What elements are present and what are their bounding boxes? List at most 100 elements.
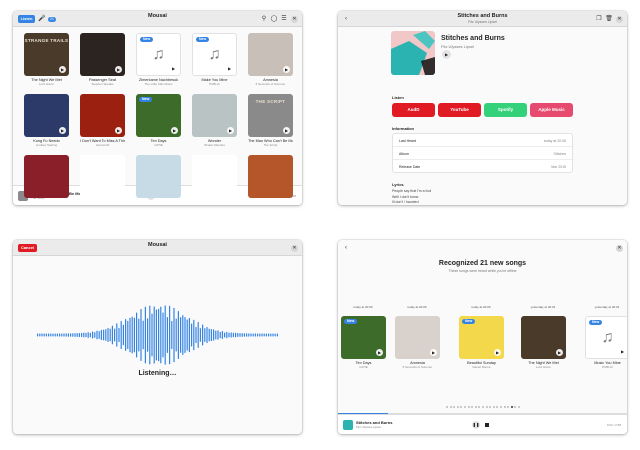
song-tile[interactable]: ▶ Wonder Shawn Mendes <box>192 94 237 147</box>
play-icon[interactable]: ▶ <box>171 127 178 134</box>
page-dot[interactable] <box>449 406 452 408</box>
song-tile[interactable]: STRANGE TRAILS ▶ The Night We Met Lord Huro… <box>24 33 69 86</box>
waveform-bar <box>261 333 263 337</box>
play-icon[interactable]: ▶ <box>376 349 383 356</box>
album-art: New ▶ <box>136 94 181 137</box>
close-icon[interactable]: ✕ <box>291 244 298 252</box>
service-button-youtube[interactable]: YouTube <box>438 103 481 117</box>
copy-icon[interactable]: ❐ <box>595 15 603 23</box>
page-dot[interactable] <box>492 406 495 408</box>
song-tile[interactable] <box>192 155 237 198</box>
recognized-song-card[interactable]: ▶ Amnesia 5 Seconds of Summer <box>395 316 440 369</box>
info-value: Stitches <box>553 151 566 156</box>
play-icon[interactable]: ▶ <box>556 349 563 356</box>
album-art: ▶ <box>192 94 237 137</box>
waveform-bar <box>197 322 199 348</box>
pause-button[interactable]: ❚❚ <box>472 421 480 429</box>
play-icon[interactable]: ▶ <box>59 127 66 134</box>
detail-header-subtitle: Fitz Ulysses Lipsel <box>468 20 497 24</box>
page-dot[interactable] <box>456 406 459 408</box>
song-tile[interactable] <box>136 155 181 198</box>
song-tile[interactable]: THE SCRIPT▶The Man Who Can't Be MovedThe… <box>248 94 293 147</box>
play-icon[interactable]: ▶ <box>494 349 501 356</box>
play-icon[interactable]: ▶ <box>619 348 626 355</box>
play-icon[interactable]: ▶ <box>115 66 122 73</box>
recognized-song-card[interactable]: ♫ New ▶ Music You Mine PUBLIC <box>585 316 627 369</box>
recognized-song-card[interactable]: New ▶ Ten Days CATIE <box>341 316 386 369</box>
close-icon[interactable]: ✕ <box>616 15 623 23</box>
waveform-bar <box>254 333 256 337</box>
detail-play-button[interactable]: ▶ <box>442 50 451 59</box>
page-dot[interactable] <box>464 406 466 408</box>
info-row: Last Heard today at 20:06 <box>393 134 572 147</box>
play-icon[interactable]: ▶ <box>430 349 437 356</box>
waveform-bar <box>125 319 127 351</box>
page-dot[interactable] <box>503 406 506 408</box>
close-icon[interactable]: ✕ <box>616 244 623 252</box>
page-dot[interactable] <box>496 406 499 408</box>
page-dot[interactable] <box>514 406 517 408</box>
play-icon[interactable]: ▶ <box>115 127 122 134</box>
page-dot[interactable] <box>485 406 488 408</box>
page-dot[interactable] <box>507 406 510 408</box>
song-tile[interactable]: ▶ Passenger Seat Stephen Speaks <box>80 33 125 86</box>
page-dot[interactable] <box>489 406 492 408</box>
song-artist: Lord Huron <box>535 365 551 369</box>
listening-headerbar: Cancel Mousai ✕ <box>13 240 302 256</box>
recognized-song-card[interactable]: New ▶ Beautiful Sunday Daniel Boone <box>459 316 504 369</box>
play-icon[interactable]: ▶ <box>59 66 66 73</box>
waveform-bar <box>228 332 230 338</box>
detail-header-title: Stitches and Burns <box>457 13 508 19</box>
waveform-bar <box>243 333 245 337</box>
page-dot[interactable] <box>482 406 484 408</box>
song-tile[interactable]: ♫ New ▶ Make You Mine PUBLIC <box>192 33 237 86</box>
song-artist: Stephen Speaks <box>91 82 114 86</box>
recognized-song-card[interactable]: ▶ The Night We Met Lord Huron <box>521 316 566 369</box>
close-icon[interactable]: ✕ <box>291 15 298 23</box>
page-dot[interactable] <box>518 406 520 408</box>
waveform-bar <box>45 333 47 337</box>
song-tile[interactable]: ▶ Amnesia 5 Seconds of Summer <box>248 33 293 86</box>
page-dot[interactable] <box>467 406 470 408</box>
play-icon[interactable]: ▶ <box>170 65 177 72</box>
page-dot[interactable] <box>510 406 513 408</box>
play-icon[interactable]: ▶ <box>226 65 233 72</box>
page-dot[interactable] <box>474 406 477 408</box>
page-dot[interactable] <box>471 406 474 408</box>
song-tile[interactable] <box>248 155 293 198</box>
song-tile[interactable] <box>80 155 125 198</box>
song-artist: 5 Seconds of Summer <box>255 82 286 86</box>
play-icon[interactable]: ▶ <box>283 127 290 134</box>
page-dot[interactable] <box>460 406 463 408</box>
waveform-bar <box>270 333 272 337</box>
service-button-apple-music[interactable]: Apple Music <box>530 103 573 117</box>
play-icon[interactable]: ▶ <box>227 127 234 134</box>
select-icon[interactable]: ◯ <box>270 15 278 23</box>
song-tile[interactable]: ♫ New ▶ Zimerkame Nachbesuk The Little Kids … <box>136 33 181 86</box>
waveform-bar <box>173 307 175 363</box>
page-dot[interactable] <box>446 406 448 408</box>
page-dot[interactable] <box>478 406 481 408</box>
waveform-bar <box>100 329 102 341</box>
heard-time: yesterday at 20:01 <box>530 305 556 309</box>
page-dot[interactable] <box>453 406 456 408</box>
menu-icon[interactable]: ☰ <box>280 15 288 23</box>
song-tile[interactable]: ▶ I Don't Want To Miss A Thing Aerosmith <box>80 94 125 147</box>
service-button-audd[interactable]: AudD <box>392 103 435 117</box>
waveform-bar <box>232 332 234 338</box>
song-tile[interactable]: ▶ Kung Fu Needo Lindsey Sterling <box>24 94 69 147</box>
waveform-bar <box>155 309 157 361</box>
back-icon[interactable]: ‹ <box>342 244 350 252</box>
song-tile[interactable]: New ▶ Ten Days CATIE <box>136 94 181 147</box>
stop-button[interactable] <box>485 423 489 427</box>
waveform-bar <box>248 333 250 337</box>
delete-icon[interactable]: 🗑 <box>605 15 613 23</box>
song-tile[interactable] <box>24 155 69 198</box>
search-icon[interactable]: ⚲ <box>260 15 268 23</box>
new-badge: New <box>139 97 153 102</box>
play-icon[interactable]: ▶ <box>283 66 290 73</box>
page-dot[interactable] <box>500 406 502 408</box>
service-button-spotify[interactable]: Spotify <box>484 103 527 117</box>
heard-time: yesterday at 20:01 <box>594 305 620 309</box>
album-art <box>248 155 293 198</box>
